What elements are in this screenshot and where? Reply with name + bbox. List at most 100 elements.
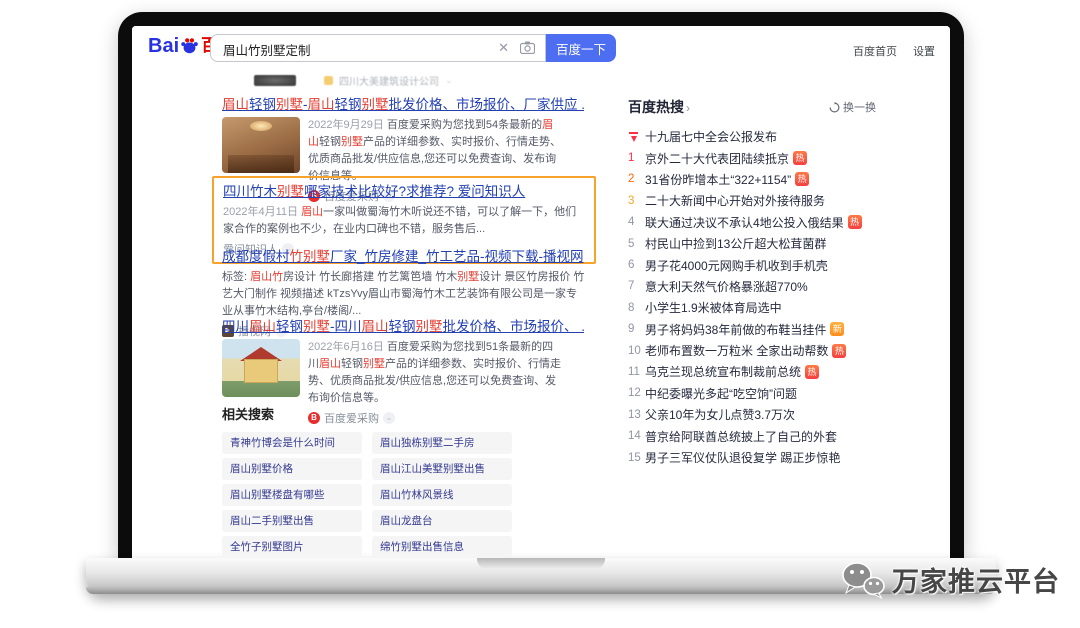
villa-thumbnail[interactable] (222, 339, 300, 397)
wechat-icon (840, 561, 886, 599)
text-segment: 轻钢 (389, 319, 416, 334)
text-segment: 成都度假村 (222, 249, 290, 264)
hot-search-title[interactable]: 百度热搜› (628, 97, 690, 117)
hot-search-item[interactable]: 13父亲10年为女儿点赞3.7万次 (628, 404, 876, 425)
text-segment: 四川竹木 (223, 184, 277, 199)
highlight-term: 眉山 (319, 358, 341, 370)
hot-item-text: 中纪委曝光多起“吃空饷”问题 (645, 385, 797, 402)
hot-search-refresh[interactable]: 换一换 (829, 99, 876, 115)
hot-rank: 14 (628, 430, 645, 442)
truncated-site-icon (324, 76, 333, 85)
related-search-item[interactable]: 绵竹别墅出售信息 (372, 536, 512, 558)
result-title-link[interactable]: 四川竹木别墅哪家技术比较好?求推荐? 爱问知识人 (223, 183, 585, 201)
truncated-result-logo (254, 75, 296, 86)
text-segment: 轻钢 (335, 97, 362, 112)
text-segment: 2022年4月11日 (223, 206, 301, 218)
camera-search-icon[interactable] (520, 41, 535, 59)
hot-rank: 1 (628, 152, 645, 164)
hot-search-item[interactable]: 14普京给阿联酋总统披上了自己的外套 (628, 425, 876, 446)
highlight-term: 别墅 (277, 184, 304, 199)
related-searches-grid: 青神竹博会是什么时间眉山独栋别墅二手房眉山别墅价格眉山江山美墅别墅出售眉山别墅楼… (222, 432, 522, 558)
related-search-item[interactable]: 眉山江山美墅别墅出售 (372, 458, 512, 480)
hot-rank: 12 (628, 387, 645, 399)
interior-thumbnail[interactable] (222, 117, 300, 173)
watermark: 万家推云平台 (840, 560, 1060, 599)
hot-item-text: 男子花4000元网购手机收到手机壳 (645, 257, 828, 274)
hot-item-text: 普京给阿联酋总统披上了自己的外套 (645, 428, 837, 445)
hot-search-item[interactable]: 231省份昨增本土“322+1154”热 (628, 169, 876, 190)
highlight-term: 眉山竹 (250, 271, 283, 283)
hot-badge: 热 (795, 172, 809, 186)
hot-item-text: 乌克兰现总统宣布制裁前总统 (645, 363, 801, 380)
hot-item-text: 小学生1.9米被体育局选中 (645, 299, 782, 316)
hot-search-item[interactable]: 4联大通过决议不承认4地公投入俄结果热 (628, 212, 876, 233)
hot-search-item[interactable]: 9男子将妈妈38年前做的布鞋当挂件新 (628, 319, 876, 340)
result-title-link[interactable]: 四川眉山轻钢别墅-四川眉山轻钢别墅批发价格、市场报价、 ... (222, 318, 584, 336)
new-badge: 新 (830, 322, 844, 336)
highlight-term: 别墅 (363, 358, 385, 370)
highlight-term: 眉山 (301, 206, 323, 218)
truncated-result-source: 四川大美建筑设计公司 (339, 73, 439, 88)
hot-search-item[interactable]: 8小学生1.9米被体育局选中 (628, 297, 876, 318)
search-input[interactable] (221, 37, 475, 61)
baidu-home-link[interactable]: 百度首页 (853, 43, 897, 59)
related-search-item[interactable]: 眉山别墅楼盘有哪些 (222, 484, 362, 506)
text-segment: 标签: (222, 271, 250, 283)
chevron-down-icon[interactable]: ⌄ (445, 75, 453, 86)
highlight-term: 别墅 (303, 319, 330, 334)
baidu-serp-page: Bai 百度 ✕ (132, 26, 950, 558)
text-segment: 轻钢 (249, 97, 276, 112)
hot-search-item[interactable]: 1京外二十大代表团陆续抵京热 (628, 147, 876, 168)
result-snippet: 2022年6月16日 百度爱采购为您找到51条最新的四川眉山轻钢别墅产品的详细参… (308, 339, 564, 407)
clear-search-icon[interactable]: ✕ (498, 40, 509, 56)
hot-search-item[interactable]: 十九届七中全会公报发布 (628, 126, 876, 147)
related-search-item[interactable]: 眉山竹林风景线 (372, 484, 512, 506)
highlight-term: 别墅 (341, 136, 363, 148)
truncated-result-row: 四川大美建筑设计公司 ⌄ (222, 72, 602, 88)
hot-search-item[interactable]: 6男子花4000元网购手机收到手机壳 (628, 254, 876, 275)
settings-link[interactable]: 设置 (913, 43, 935, 59)
result-snippet: 2022年9月29日 百度爱采购为您找到54条最新的眉山轻钢别墅产品的详细参数、… (308, 117, 564, 185)
hot-rank: 11 (628, 366, 645, 378)
hot-badge: 热 (793, 151, 807, 165)
hot-item-text: 京外二十大代表团陆续抵京 (645, 150, 789, 167)
related-search-item[interactable]: 眉山别墅价格 (222, 458, 362, 480)
text-segment: 轻钢 (341, 358, 363, 370)
related-search-item[interactable]: 全竹子别墅图片 (222, 536, 362, 558)
hot-rank: 15 (628, 452, 645, 464)
highlight-term: 别墅 (276, 97, 303, 112)
search-box: ✕ (210, 34, 546, 62)
hot-search-header: 百度热搜› 换一换 (628, 97, 876, 117)
hot-rank: 4 (628, 216, 645, 228)
result-title-link[interactable]: 眉山轻钢别墅-眉山轻钢别墅批发价格、市场报价、厂家供应 ... (222, 96, 584, 114)
hot-search-item[interactable]: 3二十大新闻中心开始对外接待服务 (628, 190, 876, 211)
hot-search-item[interactable]: 12中纪委曝光多起“吃空饷”问题 (628, 383, 876, 404)
result-title-link[interactable]: 成都度假村竹别墅厂家_竹房修建_竹工艺品-视频下载-播视网 (222, 248, 588, 266)
hot-search-item[interactable]: 15男子三军仪仗队退役复学 踢正步惊艳 (628, 447, 876, 468)
hot-item-text: 二十大新闻中心开始对外接待服务 (645, 192, 825, 209)
text-segment: 四川 (222, 319, 249, 334)
search-button[interactable]: 百度一下 (546, 34, 616, 62)
related-search-item[interactable]: 青神竹博会是什么时间 (222, 432, 362, 454)
highlight-term: 别墅 (362, 97, 389, 112)
hot-search-item[interactable]: 10老师布置数一万粒米 全家出动帮数热 (628, 340, 876, 361)
hot-search-item[interactable]: 5村民山中捡到13公斤超大松茸菌群 (628, 233, 876, 254)
hot-item-text: 男子将妈妈38年前做的布鞋当挂件 (645, 321, 826, 338)
highlight-term: 眉山 (222, 97, 249, 112)
hot-search-list: 十九届七中全会公报发布1京外二十大代表团陆续抵京热231省份昨增本土“322+1… (628, 126, 876, 468)
related-searches: 相关搜索 青神竹博会是什么时间眉山独栋别墅二手房眉山别墅价格眉山江山美墅别墅出售… (222, 404, 522, 558)
text-segment: 轻钢 (319, 136, 341, 148)
related-search-item[interactable]: 眉山龙盘台 (372, 510, 512, 532)
hot-search-item[interactable]: 11乌克兰现总统宣布制裁前总统热 (628, 361, 876, 382)
hot-item-text: 男子三军仪仗队退役复学 踢正步惊艳 (645, 449, 840, 466)
highlight-term: 竹别墅 (290, 249, 331, 264)
text-segment: 百度爱采购为您找到54条最新的 (387, 119, 542, 131)
related-search-item[interactable]: 眉山独栋别墅二手房 (372, 432, 512, 454)
related-search-item[interactable]: 眉山二手别墅出售 (222, 510, 362, 532)
result-snippet: 2022年4月11日 眉山一家叫做蜀海竹木听说还不错，可以了解一下，他们家合作的… (223, 204, 585, 238)
hot-rank: 10 (628, 345, 645, 357)
text-segment: -四川 (330, 319, 362, 334)
baidu-paw-icon (179, 35, 200, 56)
hot-search-item[interactable]: 7意大利天然气价格暴涨超770% (628, 276, 876, 297)
hot-rank: 6 (628, 259, 645, 271)
